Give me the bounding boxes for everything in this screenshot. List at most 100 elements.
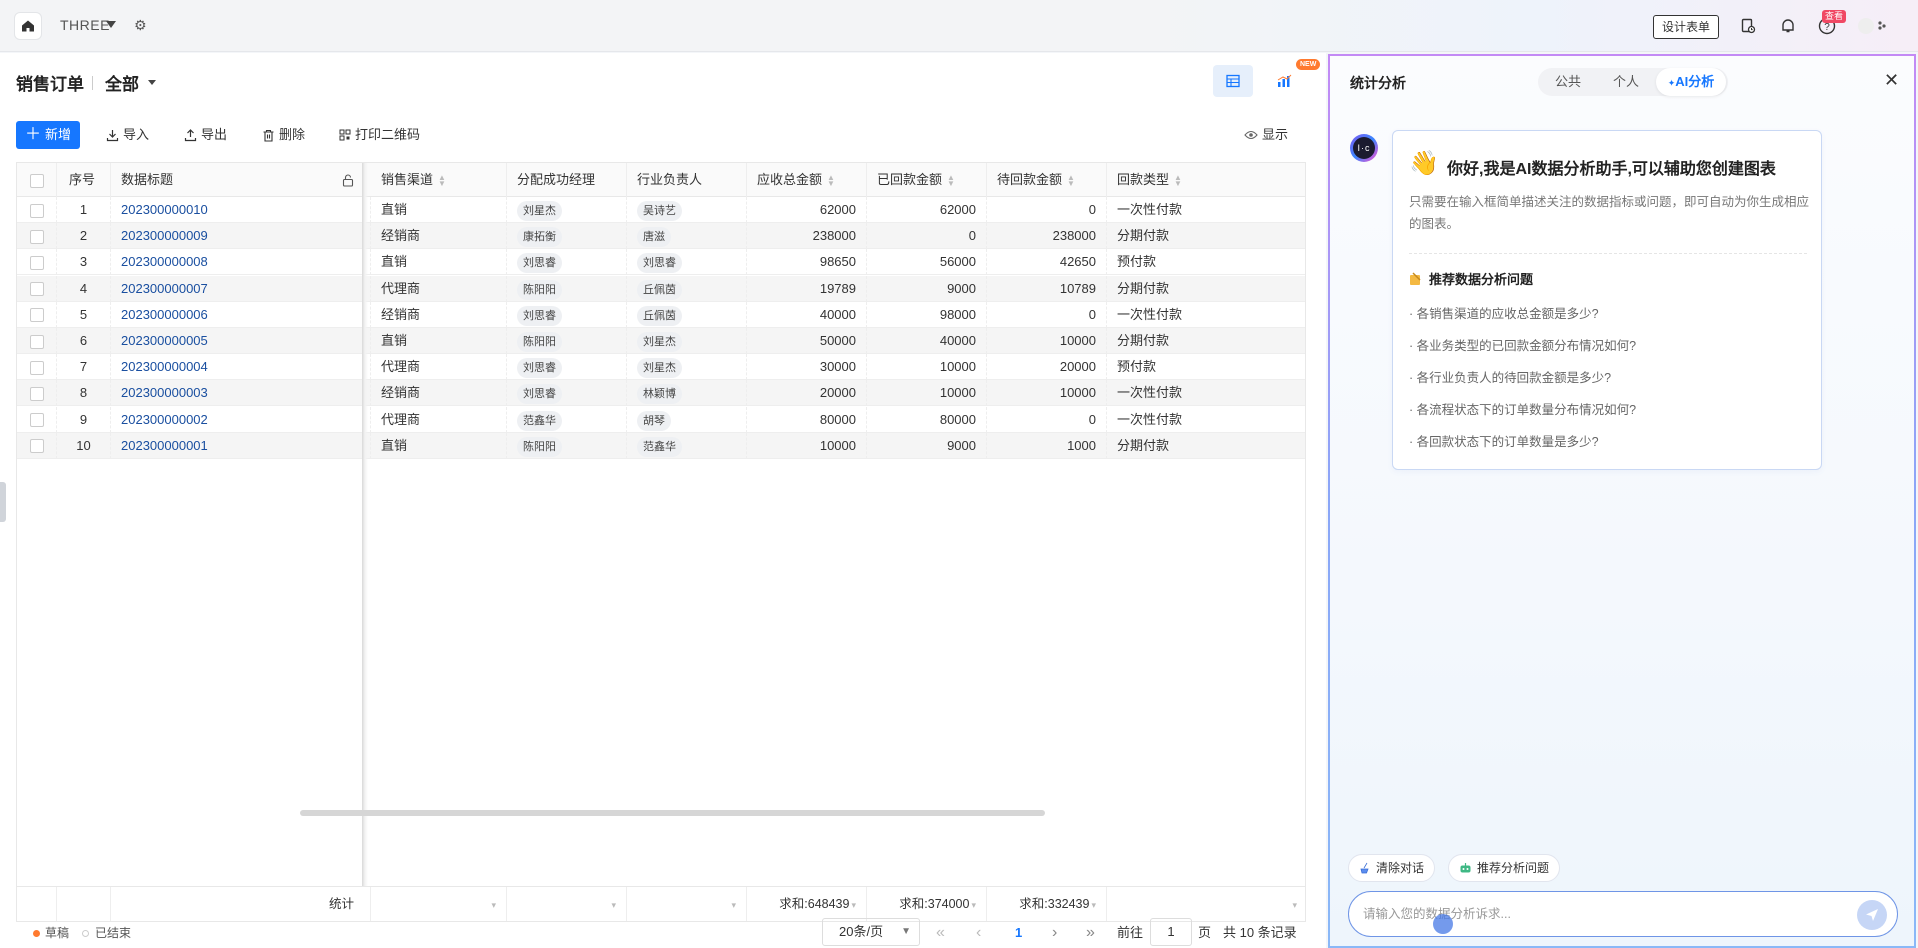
table-row[interactable]: 9 202300000002 代理商 范鑫华 胡琴 80000 80000 0 一次性付款 [17, 406, 1305, 433]
plus-icon: ＋ [25, 126, 42, 143]
row-title-link[interactable]: 202300000007 [111, 275, 371, 302]
suggested-question[interactable]: · 各流程状态下的订单数量分布情况如何? [1409, 399, 1636, 418]
lock-icon[interactable] [342, 174, 354, 187]
col-owner[interactable]: 行业负责人 [627, 163, 747, 197]
draft-status[interactable]: 草稿 [45, 918, 69, 948]
sort-icon[interactable]: ▲ ▼ [827, 173, 835, 187]
cell-channel: 直销 [371, 249, 507, 276]
cell-received: 10000 [867, 354, 987, 381]
table-row[interactable]: 8 202300000003 经销商 刘思睿 林颖博 20000 10000 10000 一次性… [17, 380, 1305, 407]
row-checkbox[interactable] [17, 301, 57, 328]
table-row[interactable]: 4 202300000007 代理商 陈阳阳 丘佩茵 19789 9000 10789 分期付款 [17, 275, 1305, 302]
col-received[interactable]: 已回款金额 ▲ ▼ [867, 163, 987, 197]
select-all-checkbox[interactable] [17, 163, 57, 197]
row-title-link[interactable]: 202300000004 [111, 354, 371, 381]
row-checkbox[interactable] [17, 380, 57, 407]
summary-receivable[interactable]: 求和:648439 ▾ [747, 887, 867, 921]
col-receivable[interactable]: 应收总金额 ▲ ▼ [747, 163, 867, 197]
summary-dropdown[interactable]: ▾ [1107, 887, 1305, 921]
last-page-icon[interactable]: » [1086, 918, 1095, 948]
horizontal-scrollbar[interactable] [300, 810, 1045, 816]
suggested-question[interactable]: · 各行业负责人的待回款金额是多少? [1409, 367, 1611, 386]
summary-dropdown[interactable]: ▾ [371, 887, 507, 921]
suggested-question[interactable]: · 各回款状态下的订单数量是多少? [1409, 431, 1599, 450]
print-qr-button[interactable]: 打印二维码 [339, 121, 420, 149]
tab-personal[interactable]: 个人 [1598, 68, 1654, 96]
table-row[interactable]: 2 202300000009 经销商 康拓衡 唐滋 238000 0 238000 分期付款 [17, 223, 1305, 250]
current-page[interactable]: 1 [1015, 918, 1022, 948]
col-channel[interactable]: 销售渠道 ▲ ▼ [371, 163, 507, 197]
tab-public[interactable]: 公共 [1538, 68, 1598, 96]
settings-icon[interactable]: ⚙ [134, 17, 147, 34]
row-checkbox[interactable] [17, 432, 57, 459]
row-title-link[interactable]: 202300000009 [111, 223, 371, 250]
sort-icon[interactable]: ▲ ▼ [1174, 173, 1182, 187]
row-checkbox[interactable] [17, 249, 57, 276]
chevron-down-icon[interactable] [148, 80, 156, 85]
finished-status[interactable]: 已结束 [95, 918, 131, 948]
page-size-select[interactable]: 20条/页 ▼ [822, 918, 920, 946]
sort-icon[interactable]: ▲ ▼ [438, 173, 446, 187]
suggested-question[interactable]: · 各业务类型的已回款金额分布情况如何? [1409, 335, 1636, 354]
table-row[interactable]: 7 202300000004 代理商 刘思睿 刘星杰 30000 10000 20000 预付款 [17, 354, 1305, 381]
table-row[interactable]: 1 202300000010 直销 刘星杰 吴诗艺 62000 62000 0 一次性付款 [17, 197, 1305, 223]
form-log-icon[interactable] [1738, 16, 1758, 36]
summary-label: 统计 [111, 887, 371, 921]
row-title-link[interactable]: 202300000010 [111, 197, 371, 223]
delete-button[interactable]: 删除 [262, 121, 305, 149]
display-columns-button[interactable]: 显示 [1244, 121, 1288, 149]
row-checkbox[interactable] [17, 197, 57, 223]
close-icon[interactable]: ✕ [1884, 70, 1899, 91]
row-checkbox[interactable] [17, 354, 57, 381]
recommend-questions-button[interactable]: 推荐分析问题 [1448, 854, 1561, 882]
row-title-link[interactable]: 202300000002 [111, 406, 371, 433]
row-title-link[interactable]: 202300000008 [111, 249, 371, 276]
bell-icon[interactable] [1778, 16, 1798, 36]
export-button[interactable]: 导出 [184, 121, 227, 149]
goto-page-input[interactable]: 1 [1150, 918, 1192, 946]
sort-icon[interactable]: ▲ ▼ [1067, 173, 1075, 187]
col-pending[interactable]: 待回款金额 ▲ ▼ [987, 163, 1107, 197]
table-view-button[interactable] [1213, 65, 1253, 97]
col-manager[interactable]: 分配成功经理 [507, 163, 627, 197]
import-button[interactable]: 导入 [106, 121, 149, 149]
prev-page-icon[interactable]: ‹ [976, 918, 981, 948]
first-page-icon[interactable]: « [936, 918, 945, 948]
home-button[interactable] [14, 12, 42, 40]
send-button[interactable] [1857, 900, 1887, 930]
table-row[interactable]: 5 202300000006 经销商 刘思睿 丘佩茵 40000 98000 0 一次性付款 [17, 301, 1305, 328]
cell-received: 56000 [867, 249, 987, 276]
table-row[interactable]: 6 202300000005 直销 陈阳阳 刘星杰 50000 40000 10000 分期付款 [17, 328, 1305, 354]
clear-chat-button[interactable]: 清除对话 [1348, 854, 1436, 882]
suggested-question[interactable]: · 各销售渠道的应收总金额是多少? [1409, 303, 1599, 322]
view-selector[interactable]: 全部 [105, 70, 139, 95]
chart-view-button[interactable] [1264, 65, 1304, 97]
row-checkbox[interactable] [17, 406, 57, 433]
summary-cell [17, 887, 57, 921]
col-title[interactable]: 数据标题 [111, 163, 365, 197]
design-form-button[interactable]: 设计表单 [1653, 15, 1720, 39]
summary-dropdown[interactable]: ▾ [627, 887, 747, 921]
row-title-link[interactable]: 202300000006 [111, 301, 371, 328]
row-checkbox[interactable] [17, 223, 57, 250]
app-name[interactable]: THREE [60, 17, 110, 33]
add-record-button[interactable]: ＋ 新增 [16, 121, 81, 149]
sort-icon[interactable]: ▲ ▼ [947, 173, 955, 187]
summary-dropdown[interactable]: ▾ [507, 887, 627, 921]
tab-ai-analysis[interactable]: ✦AI分析 [1656, 68, 1726, 96]
table-row[interactable]: 10 202300000001 直销 陈阳阳 范鑫华 10000 9000 1000 分期付款 [17, 432, 1305, 459]
summary-received[interactable]: 求和:374000 ▾ [867, 887, 987, 921]
next-page-icon[interactable]: › [1052, 918, 1057, 948]
avatar-icon[interactable] [1856, 16, 1888, 36]
collapse-handle[interactable] [0, 482, 6, 522]
summary-pending[interactable]: 求和:332439 ▾ [987, 887, 1107, 921]
row-title-link[interactable]: 202300000005 [111, 328, 371, 354]
table-row[interactable]: 3 202300000008 直销 刘思睿 刘思睿 98650 56000 42650 预付款 [17, 249, 1305, 276]
row-title-link[interactable]: 202300000001 [111, 432, 371, 459]
row-checkbox[interactable] [17, 328, 57, 354]
row-title-link[interactable]: 202300000003 [111, 380, 371, 407]
app-switch-caret-icon[interactable] [106, 21, 116, 28]
row-checkbox[interactable] [17, 275, 57, 302]
col-payment-type[interactable]: 回款类型 ▲ ▼ [1107, 163, 1305, 197]
chart-icon [1277, 74, 1292, 87]
